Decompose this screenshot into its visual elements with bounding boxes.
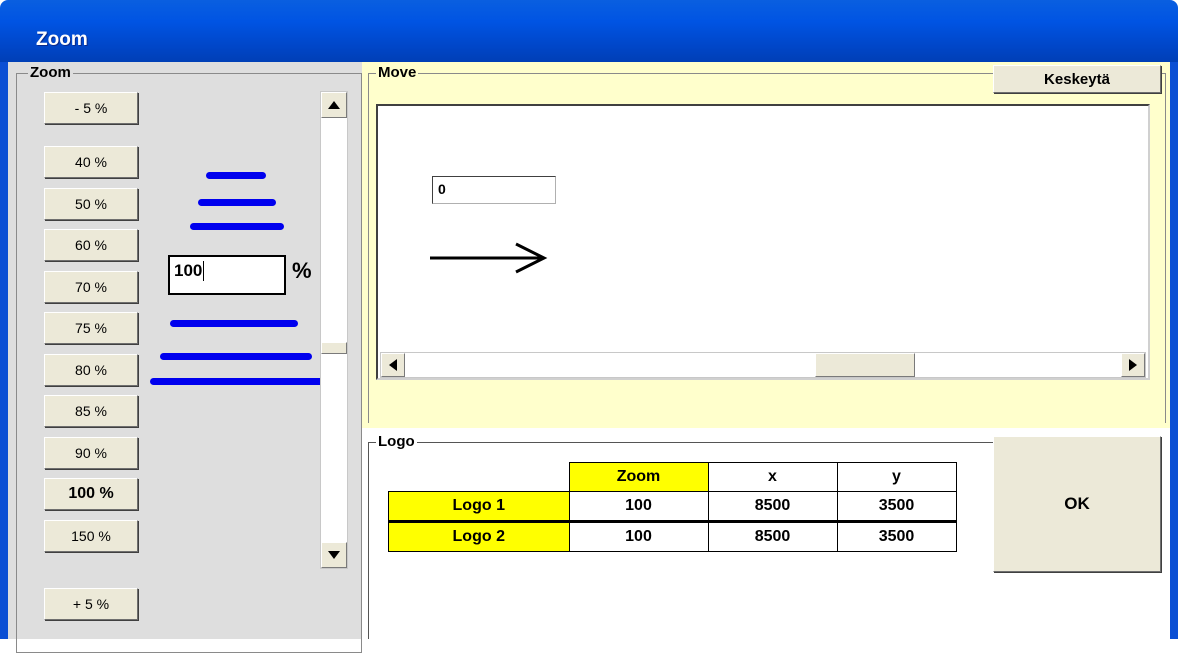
scroll-down-button[interactable]: [321, 542, 347, 568]
zoom-indicator-line: [160, 353, 312, 360]
move-scroll-thumb[interactable]: [815, 353, 915, 377]
table-corner: [389, 463, 570, 492]
arrow-left-icon: [389, 359, 397, 371]
ok-button[interactable]: OK: [993, 436, 1161, 572]
zoom-minus-button[interactable]: - 5 %: [44, 92, 138, 124]
arrow-right-icon: [1129, 359, 1137, 371]
zoom-group-legend: Zoom: [28, 64, 73, 81]
logo-table: Zoom x y Logo 1 100 8500 3500 Logo 2 100…: [388, 462, 957, 552]
logo-group-legend: Logo: [376, 433, 417, 450]
move-scrollbar[interactable]: [380, 352, 1146, 378]
zoom-indicator-line: [190, 223, 284, 230]
table-row: Logo 1 100 8500 3500: [388, 491, 957, 522]
logo-group-frame: [368, 442, 994, 443]
text-cursor: [203, 261, 205, 281]
scroll-right-button[interactable]: [1121, 353, 1145, 377]
right-arrow-icon: [430, 242, 548, 274]
zoom-indicator-line: [170, 320, 298, 327]
zoom-indicator-line: [198, 199, 276, 206]
zoom-scrollbar[interactable]: [320, 91, 348, 569]
cell-x[interactable]: 8500: [707, 521, 838, 552]
arrow-up-icon: [328, 101, 340, 109]
zoom-percent-input[interactable]: 100: [168, 255, 286, 295]
cell-y[interactable]: 3500: [836, 521, 957, 552]
move-group-legend: Move: [376, 64, 419, 81]
zoom-plus-button[interactable]: + 5 %: [44, 588, 138, 620]
window-border-right: [1170, 62, 1178, 639]
column-header-x: x: [707, 462, 838, 492]
zoom-preset-button[interactable]: 40 %: [44, 146, 138, 178]
table-header-row: Zoom x y: [389, 462, 957, 492]
arrow-down-icon: [328, 551, 340, 559]
title-bar[interactable]: [0, 0, 1178, 62]
zoom-preset-button[interactable]: 70 %: [44, 271, 138, 303]
zoom-preset-button[interactable]: 85 %: [44, 395, 138, 427]
cell-zoom[interactable]: 100: [568, 521, 709, 552]
row-label: Logo 2: [388, 521, 570, 552]
table-row: Logo 2 100 8500 3500: [388, 521, 957, 552]
column-header-zoom: Zoom: [568, 462, 709, 492]
zoom-indicator-line: [150, 378, 322, 385]
zoom-preset-button[interactable]: 90 %: [44, 437, 138, 469]
zoom-percent-value: 100: [174, 261, 203, 280]
zoom-preset-button[interactable]: 150 %: [44, 520, 138, 552]
move-offset-input[interactable]: 0: [432, 176, 556, 204]
zoom-preset-button[interactable]: 50 %: [44, 188, 138, 220]
cell-x[interactable]: 8500: [707, 491, 838, 522]
cell-y[interactable]: 3500: [836, 491, 957, 522]
zoom-indicator-line: [206, 172, 266, 179]
scroll-up-button[interactable]: [321, 92, 347, 118]
logo-group-frame-left: [368, 442, 369, 639]
scroll-left-button[interactable]: [381, 353, 405, 377]
cell-zoom[interactable]: 100: [568, 491, 709, 522]
percent-sign: %: [292, 258, 312, 283]
window-title: Zoom: [36, 29, 88, 50]
zoom-preset-button[interactable]: 60 %: [44, 229, 138, 261]
row-label: Logo 1: [388, 491, 570, 522]
zoom-preset-button[interactable]: 100 %: [44, 478, 138, 510]
zoom-preset-button[interactable]: 80 %: [44, 354, 138, 386]
zoom-scroll-thumb[interactable]: [321, 342, 347, 354]
cancel-button[interactable]: Keskeytä: [993, 65, 1161, 93]
window-border-left: [0, 62, 8, 639]
zoom-preset-button[interactable]: 75 %: [44, 312, 138, 344]
column-header-y: y: [836, 462, 957, 492]
